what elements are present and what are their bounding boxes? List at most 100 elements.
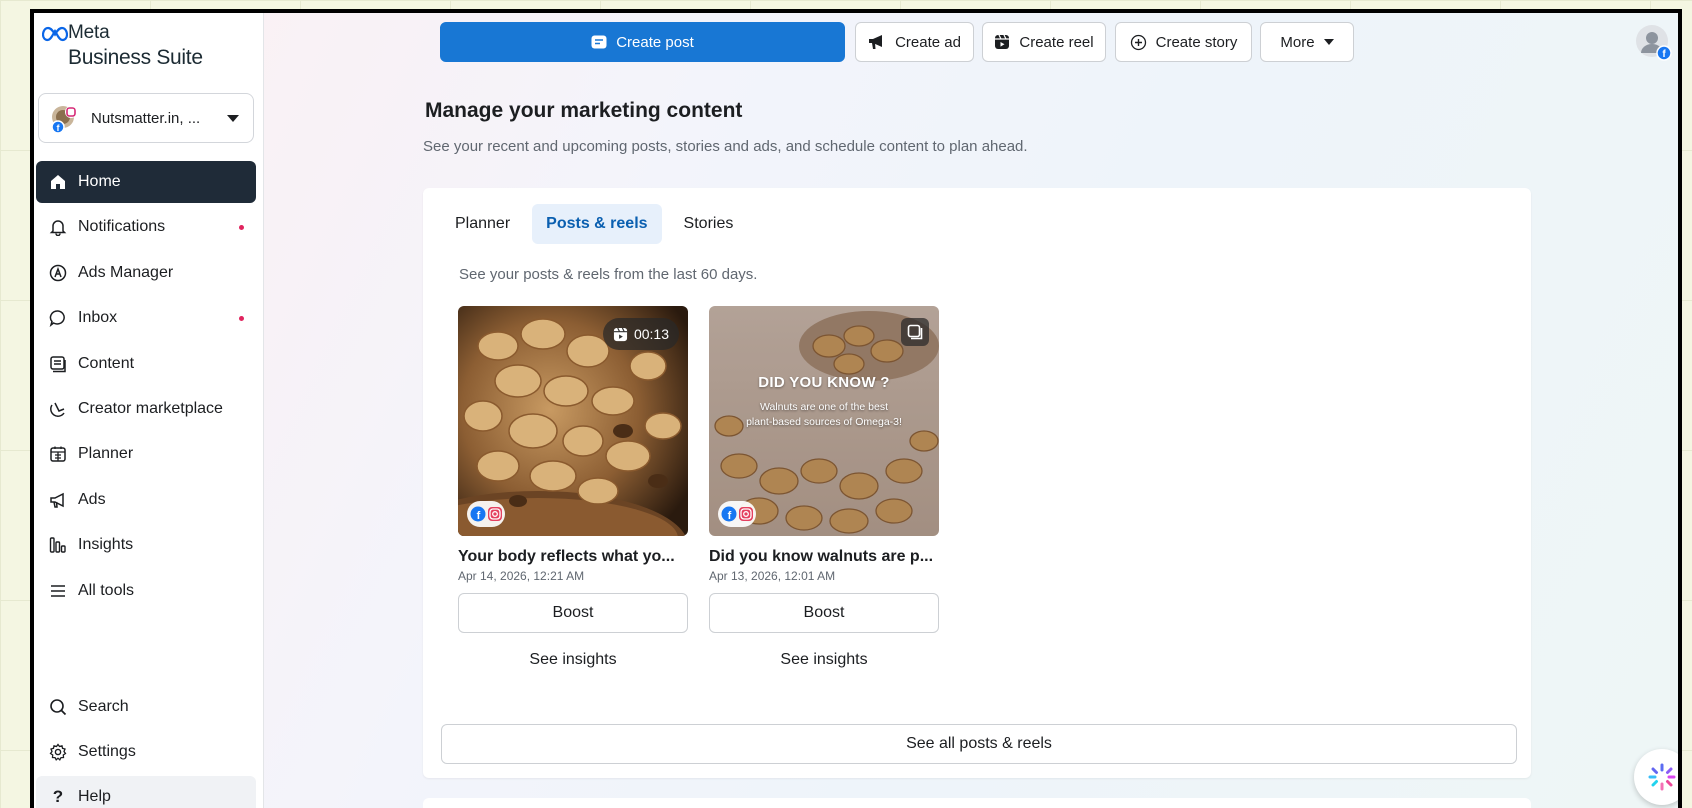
create-story-button[interactable]: Create story (1115, 22, 1252, 62)
menu-icon (48, 581, 68, 601)
image-overlay-line: plant-based sources of Omega-3! (746, 416, 902, 428)
boost-button[interactable]: Boost (709, 593, 939, 633)
sidebar-item-settings[interactable]: Settings (36, 731, 256, 773)
platform-badge: f (467, 501, 505, 527)
caret-down-icon (1323, 39, 1334, 45)
platform-badge: f (718, 501, 756, 527)
sidebar-nav: Home Notifications Ads Manager Inbox Con… (36, 161, 256, 615)
see-insights-link[interactable]: See insights (458, 651, 688, 669)
sidebar-item-label: Ads (78, 490, 106, 508)
sidebar-item-ads-manager[interactable]: Ads Manager (36, 252, 256, 294)
reel-duration: 00:13 (633, 326, 669, 342)
image-overlay-line: Walnuts are one of the best (759, 401, 889, 413)
brand-line-2: Business Suite (68, 46, 203, 69)
profile-avatar[interactable]: f (1636, 25, 1672, 61)
image-overlay-title: DID YOU KNOW ? (758, 374, 890, 391)
sidebar-item-search[interactable]: Search (36, 686, 256, 728)
page-title: Manage your marketing content (425, 99, 743, 122)
megaphone-icon (48, 490, 68, 510)
sidebar-item-notifications[interactable]: Notifications (36, 206, 256, 248)
sidebar-item-label: Home (78, 173, 121, 190)
ai-assistant-button[interactable] (1634, 749, 1678, 805)
create-post-label: Create post (616, 33, 694, 51)
brand-line-1: Meta (68, 22, 110, 43)
svg-text:f: f (476, 510, 480, 522)
post-date: Apr 14, 2026, 12:21 AM (458, 569, 585, 583)
gear-icon (48, 742, 68, 762)
search-icon (48, 697, 68, 717)
svg-text:f: f (727, 510, 731, 522)
content-icon (48, 354, 68, 374)
sidebar-item-label: Content (78, 354, 135, 372)
sidebar-item-planner[interactable]: Planner (36, 433, 256, 475)
help-icon: ? (52, 787, 64, 806)
account-avatar: f (51, 106, 77, 134)
sidebar-item-ads[interactable]: Ads (36, 479, 256, 521)
more-label: More (1280, 33, 1315, 51)
sparkle-icon (1648, 763, 1676, 791)
see-all-posts-button[interactable]: See all posts & reels (441, 724, 1517, 764)
reel-duration-badge: 00:13 (602, 318, 679, 350)
sidebar-item-label: Help (78, 788, 111, 805)
bar-chart-icon (48, 535, 68, 555)
sidebar-item-home[interactable]: Home (36, 161, 256, 203)
calendar-icon (48, 444, 68, 464)
sidebar-item-label: Search (78, 698, 129, 715)
boost-button[interactable]: Boost (458, 593, 688, 633)
sidebar-item-label: Ads Manager (78, 263, 174, 281)
home-icon (48, 172, 68, 192)
tab-stories[interactable]: Stories (670, 204, 748, 244)
create-reel-button[interactable]: Create reel (982, 22, 1106, 62)
create-reel-label: Create reel (1019, 33, 1094, 51)
account-name: Nutsmatter.in, ... (91, 110, 201, 127)
sidebar-item-insights[interactable]: Insights (36, 524, 256, 566)
facebook-icon: f (470, 506, 485, 522)
unread-dot (239, 316, 244, 322)
sidebar-item-label: Notifications (78, 218, 166, 236)
post-title[interactable]: Your body reflects what yo... (458, 548, 688, 566)
tab-posts-reels[interactable]: Posts & reels (532, 204, 662, 244)
bell-icon (48, 217, 68, 237)
post-card: 00:13 f Your body reflects what yo... Ap… (458, 306, 688, 669)
instagram-icon (738, 507, 753, 521)
post-title[interactable]: Did you know walnuts are p... (709, 548, 939, 566)
more-button[interactable]: More (1260, 22, 1354, 62)
create-ad-button[interactable]: Create ad (855, 22, 974, 62)
page-subtitle: See your recent and upcoming posts, stor… (423, 138, 1028, 155)
meta-business-suite-logo[interactable]: Meta Business Suite (42, 21, 242, 77)
create-story-label: Create story (1155, 33, 1238, 51)
posts-card: Planner Posts & reels Stories See your p… (423, 188, 1531, 778)
see-insights-link[interactable]: See insights (709, 651, 939, 669)
post-card: DID YOU KNOW ? Walnuts are one of the be… (709, 306, 939, 669)
sidebar-item-inbox[interactable]: Inbox (36, 297, 256, 339)
megaphone-icon (869, 35, 883, 49)
compose-icon (591, 35, 607, 49)
app-window: Meta Business Suite f Nutsmatter.in, ...… (30, 9, 1682, 808)
posts-hint: See your posts & reels from the last 60 … (459, 266, 758, 283)
sidebar-item-creator-marketplace[interactable]: Creator marketplace (36, 388, 256, 430)
sidebar-item-label: Planner (78, 445, 134, 463)
tab-planner[interactable]: Planner (441, 204, 524, 244)
sidebar-item-label: Creator marketplace (78, 399, 223, 417)
account-switcher[interactable]: f Nutsmatter.in, ... (38, 93, 254, 143)
instagram-icon (487, 507, 502, 521)
sidebar: Meta Business Suite f Nutsmatter.in, ...… (34, 13, 264, 808)
sidebar-item-content[interactable]: Content (36, 343, 256, 385)
caret-down-icon (227, 115, 239, 122)
ads-manager-icon (48, 263, 68, 283)
reel-icon (613, 327, 628, 341)
meta-infinity-icon (42, 26, 68, 42)
sidebar-item-all-tools[interactable]: All tools (36, 570, 256, 612)
post-thumbnail[interactable]: DID YOU KNOW ? Walnuts are one of the be… (709, 306, 939, 536)
content-tabs: Planner Posts & reels Stories (441, 204, 747, 244)
sidebar-bottom-nav: Search Settings ? Help (36, 686, 256, 808)
next-card (423, 798, 1531, 808)
creator-icon (48, 399, 68, 419)
sidebar-item-label: Inbox (78, 309, 118, 327)
image-overlay-text: Walnuts are one of the best plant-based … (723, 400, 925, 430)
sidebar-item-label: Insights (78, 536, 134, 554)
create-post-button[interactable]: Create post (440, 22, 845, 62)
carousel-icon (901, 318, 929, 346)
post-thumbnail[interactable]: 00:13 f (458, 306, 688, 536)
sidebar-item-help[interactable]: ? Help (36, 776, 256, 808)
